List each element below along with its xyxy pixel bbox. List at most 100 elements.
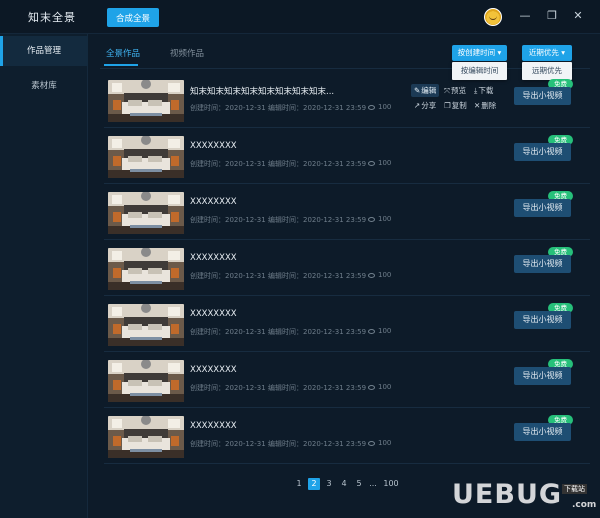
sidebar-item-works[interactable]: 作品管理 — [0, 36, 88, 66]
work-views: 100 — [368, 271, 391, 279]
pagination-page[interactable]: 1 — [293, 478, 305, 490]
restore-icon[interactable]: ❐ — [545, 9, 559, 23]
work-created-time: 创建时间：2020-12-31 — [190, 328, 266, 336]
delete-icon: ✕ — [474, 101, 481, 110]
share-icon: ↗ — [414, 101, 421, 110]
tab-panorama-works[interactable]: 全景作品 — [106, 47, 140, 59]
copy-icon: ❐ — [444, 101, 451, 110]
work-thumbnail[interactable] — [108, 304, 184, 346]
work-views-count: 100 — [378, 439, 392, 447]
work-edited-time: 编辑时间：2020-12-31 23:59 — [268, 104, 367, 112]
eye-icon — [368, 273, 375, 278]
avatar[interactable] — [484, 8, 502, 26]
work-views-count: 100 — [378, 215, 392, 223]
work-title: XXXXXXXX — [190, 141, 237, 151]
work-views-count: 100 — [378, 159, 392, 167]
work-title: XXXXXXXX — [190, 421, 237, 431]
work-views: 100 — [368, 103, 391, 111]
work-edited-time: 编辑时间：2020-12-31 23:59 — [268, 216, 367, 224]
work-edited-time: 编辑时间：2020-12-31 23:59 — [268, 272, 367, 280]
export-short-video-button[interactable]: 导出小视频 — [514, 199, 571, 217]
work-edited-time: 编辑时间：2020-12-31 23:59 — [268, 384, 367, 392]
pagination-ellipsis: ... — [369, 479, 377, 488]
work-edited-time: 编辑时间：2020-12-31 23:59 — [268, 160, 367, 168]
work-views-count: 100 — [378, 103, 392, 111]
title-bar: 知末全景 合成全景 — ❐ ✕ — [0, 0, 600, 34]
work-thumbnail[interactable] — [108, 416, 184, 458]
pagination-page[interactable]: 4 — [338, 478, 350, 490]
export-short-video-button[interactable]: 导出小视频 — [514, 87, 571, 105]
work-views: 100 — [368, 215, 391, 223]
eye-icon — [368, 385, 375, 390]
work-created-time: 创建时间：2020-12-31 — [190, 384, 266, 392]
download-label: 下载 — [478, 86, 494, 95]
watermark-tld: .com — [572, 500, 597, 510]
pencil-icon: ✎ — [414, 86, 421, 95]
pagination-page[interactable]: 3 — [323, 478, 335, 490]
export-short-video-button[interactable]: 导出小视频 — [514, 367, 571, 385]
eye-icon — [368, 217, 375, 222]
pagination-page[interactable]: 100 — [382, 478, 400, 490]
work-row[interactable]: XXXXXXXX 创建时间：2020-12-31 编辑时间：2020-12-31… — [104, 296, 590, 352]
work-row[interactable]: 知末知末知末知末知末知末知末知末... 创建时间：2020-12-31 编辑时间… — [104, 72, 590, 128]
work-thumbnail[interactable] — [108, 248, 184, 290]
work-created-time: 创建时间：2020-12-31 — [190, 216, 266, 224]
work-thumbnail[interactable] — [108, 136, 184, 178]
work-title: XXXXXXXX — [190, 365, 237, 375]
work-title: XXXXXXXX — [190, 253, 237, 263]
eye-icon — [368, 441, 375, 446]
download-icon: ⤓ — [474, 86, 478, 95]
work-edited-time: 编辑时间：2020-12-31 23:59 — [268, 440, 367, 448]
watermark-logo: UEBUG — [452, 479, 563, 510]
delete-label: 删除 — [481, 101, 497, 110]
export-short-video-button[interactable]: 导出小视频 — [514, 423, 571, 441]
share-label: 分享 — [421, 101, 437, 110]
app-title: 知末全景 — [28, 11, 76, 24]
work-views: 100 — [368, 383, 391, 391]
eye-icon — [368, 105, 375, 110]
work-thumbnail[interactable] — [108, 360, 184, 402]
work-views-count: 100 — [378, 327, 392, 335]
export-short-video-button[interactable]: 导出小视频 — [514, 143, 571, 161]
sort-priority-dropdown[interactable]: 近期优先 ▾ — [522, 45, 572, 61]
work-created-time: 创建时间：2020-12-31 — [190, 272, 266, 280]
work-row[interactable]: XXXXXXXX 创建时间：2020-12-31 编辑时间：2020-12-31… — [104, 408, 590, 464]
sort-by-time-dropdown[interactable]: 按创建时间 ▾ — [452, 45, 507, 61]
work-views-count: 100 — [378, 383, 392, 391]
work-title: XXXXXXXX — [190, 197, 237, 207]
share-button[interactable]: ↗分享 — [414, 100, 436, 111]
work-row[interactable]: XXXXXXXX 创建时间：2020-12-31 编辑时间：2020-12-31… — [104, 352, 590, 408]
edit-button[interactable]: ✎编辑 — [411, 84, 440, 97]
preview-label: 预览 — [451, 86, 466, 95]
download-button[interactable]: ⤓下载 — [474, 85, 493, 96]
eye-icon — [368, 161, 375, 166]
tabs-divider — [100, 68, 590, 69]
copy-label: 复制 — [451, 101, 467, 110]
synthesize-panorama-button[interactable]: 合成全景 — [107, 8, 159, 27]
export-short-video-button[interactable]: 导出小视频 — [514, 311, 571, 329]
work-thumbnail[interactable] — [108, 192, 184, 234]
preview-button[interactable]: ⤧预览 — [444, 85, 466, 96]
work-thumbnail[interactable] — [108, 80, 184, 122]
tab-video-works[interactable]: 视频作品 — [170, 47, 204, 59]
delete-button[interactable]: ✕删除 — [474, 100, 496, 111]
pagination-page[interactable]: 5 — [353, 478, 365, 490]
work-row[interactable]: XXXXXXXX 创建时间：2020-12-31 编辑时间：2020-12-31… — [104, 240, 590, 296]
active-tab-indicator — [104, 64, 138, 66]
sidebar-item-materials[interactable]: 素材库 — [0, 71, 88, 101]
eye-icon — [368, 329, 375, 334]
work-created-time: 创建时间：2020-12-31 — [190, 160, 266, 168]
work-views: 100 — [368, 439, 391, 447]
work-views: 100 — [368, 327, 391, 335]
work-row[interactable]: XXXXXXXX 创建时间：2020-12-31 编辑时间：2020-12-31… — [104, 128, 590, 184]
work-created-time: 创建时间：2020-12-31 — [190, 440, 266, 448]
export-short-video-button[interactable]: 导出小视频 — [514, 255, 571, 273]
work-row[interactable]: XXXXXXXX 创建时间：2020-12-31 编辑时间：2020-12-31… — [104, 184, 590, 240]
copy-button[interactable]: ❐复制 — [444, 100, 467, 111]
preview-icon: ⤧ — [444, 86, 450, 95]
work-edited-time: 编辑时间：2020-12-31 23:59 — [268, 328, 367, 336]
work-views-count: 100 — [378, 271, 392, 279]
minimize-icon[interactable]: — — [518, 9, 532, 23]
close-icon[interactable]: ✕ — [571, 9, 585, 23]
pagination-page[interactable]: 2 — [308, 478, 320, 490]
